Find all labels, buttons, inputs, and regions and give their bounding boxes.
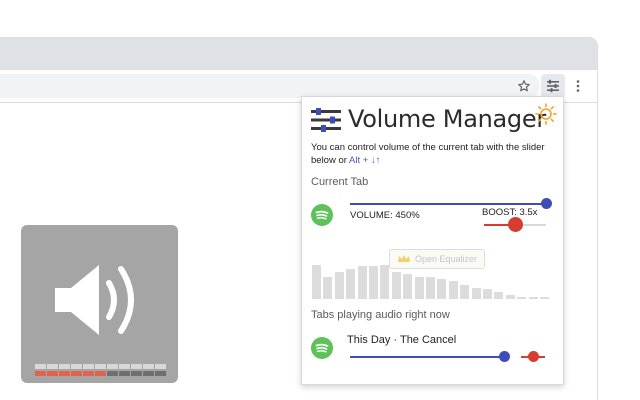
equalizer-bar: [494, 291, 504, 299]
sun-icon[interactable]: [535, 103, 557, 125]
meter-segment: [35, 371, 46, 376]
volume-overlay: [21, 225, 178, 383]
equalizer-bar: [517, 297, 527, 299]
equalizer-bar: [323, 277, 333, 299]
meter-segment: [83, 371, 94, 376]
meter-segment: [59, 371, 70, 376]
meter-segment: [47, 364, 58, 369]
equalizer-bar: [505, 295, 515, 299]
browser-menu-button[interactable]: [566, 74, 590, 98]
meter-segment: [143, 364, 154, 369]
spotify-icon: [315, 343, 329, 353]
equalizer-bar: [471, 288, 481, 299]
volume-readout: VOLUME: 450%: [350, 210, 420, 221]
current-tab-label: Current Tab: [311, 176, 369, 188]
equalizer-bar: [369, 266, 378, 299]
track-favicon[interactable]: [311, 337, 333, 359]
bookmark-star-button[interactable]: [512, 74, 536, 98]
volume-slider-track[interactable]: [350, 203, 546, 205]
crown-icon: [397, 255, 410, 262]
equalizer-bar: [414, 277, 424, 299]
current-tab-favicon[interactable]: [311, 204, 333, 226]
meter-segment: [71, 364, 82, 369]
popup-description: You can control volume of the current ta…: [311, 141, 559, 167]
star-icon: [518, 80, 530, 92]
meter-segment: [155, 364, 166, 369]
equalizer-bar: [448, 281, 458, 299]
tab-strip: [0, 38, 597, 70]
equalizer-bar: [460, 284, 470, 299]
volume-slider-handle[interactable]: [540, 198, 552, 209]
meter-segment: [95, 364, 106, 369]
boost-readout: BOOST: 3.5x: [482, 207, 538, 218]
meter-segment: [71, 371, 82, 376]
meter-segment: [155, 371, 166, 376]
equalizer-bar: [528, 297, 538, 299]
meter-segment: [59, 364, 70, 369]
volume-level-meter: [35, 364, 166, 378]
hotkey-text: Alt + ↓↑: [349, 155, 381, 166]
meter-segment: [35, 364, 46, 369]
track-volume-slider-handle[interactable]: [498, 351, 510, 362]
sliders-logo-icon: [311, 108, 341, 132]
equalizer-bar: [346, 269, 356, 299]
open-equalizer-button[interactable]: Open Equalizer: [389, 249, 485, 269]
equalizer-bar: [437, 278, 447, 299]
volume-manager-extension-button[interactable]: [541, 74, 565, 98]
meter-segment: [119, 364, 130, 369]
equalizer-bar: [540, 297, 549, 299]
open-equalizer-label: Open Equalizer: [414, 254, 478, 264]
playing-tabs-label: Tabs playing audio right now: [311, 309, 450, 321]
sliders-extension-icon: [547, 79, 559, 93]
meter-segment: [47, 371, 58, 376]
meter-segment: [131, 364, 142, 369]
equalizer-bar: [357, 265, 367, 299]
track-volume-slider-track[interactable]: [350, 356, 504, 358]
more-vert-icon: [576, 80, 580, 92]
description-text: You can control volume of the current ta…: [311, 142, 545, 166]
spotify-icon: [315, 210, 329, 220]
track-boost-slider-handle[interactable]: [527, 351, 539, 362]
popup-title: Volume Manager: [348, 105, 546, 133]
meter-segment: [107, 364, 118, 369]
meter-segment: [143, 371, 154, 376]
equalizer-bar: [312, 264, 321, 299]
meter-segment: [107, 371, 118, 376]
equalizer-bar: [334, 271, 344, 299]
equalizer-bar: [380, 264, 390, 299]
meter-segment: [83, 364, 94, 369]
equalizer-bar: [483, 289, 492, 299]
track-title: This Day · The Cancel: [347, 334, 457, 346]
address-bar[interactable]: [0, 74, 540, 98]
equalizer-bar: [426, 277, 435, 299]
meter-segment: [131, 371, 142, 376]
meter-segment: [95, 371, 106, 376]
speaker-icon: [55, 265, 134, 335]
equalizer-bar: [403, 274, 413, 299]
equalizer-bar: [391, 271, 401, 299]
meter-segment: [119, 371, 130, 376]
boost-slider-handle[interactable]: [507, 217, 523, 232]
volume-manager-popup: Volume Manager You can control volume of…: [301, 96, 564, 385]
